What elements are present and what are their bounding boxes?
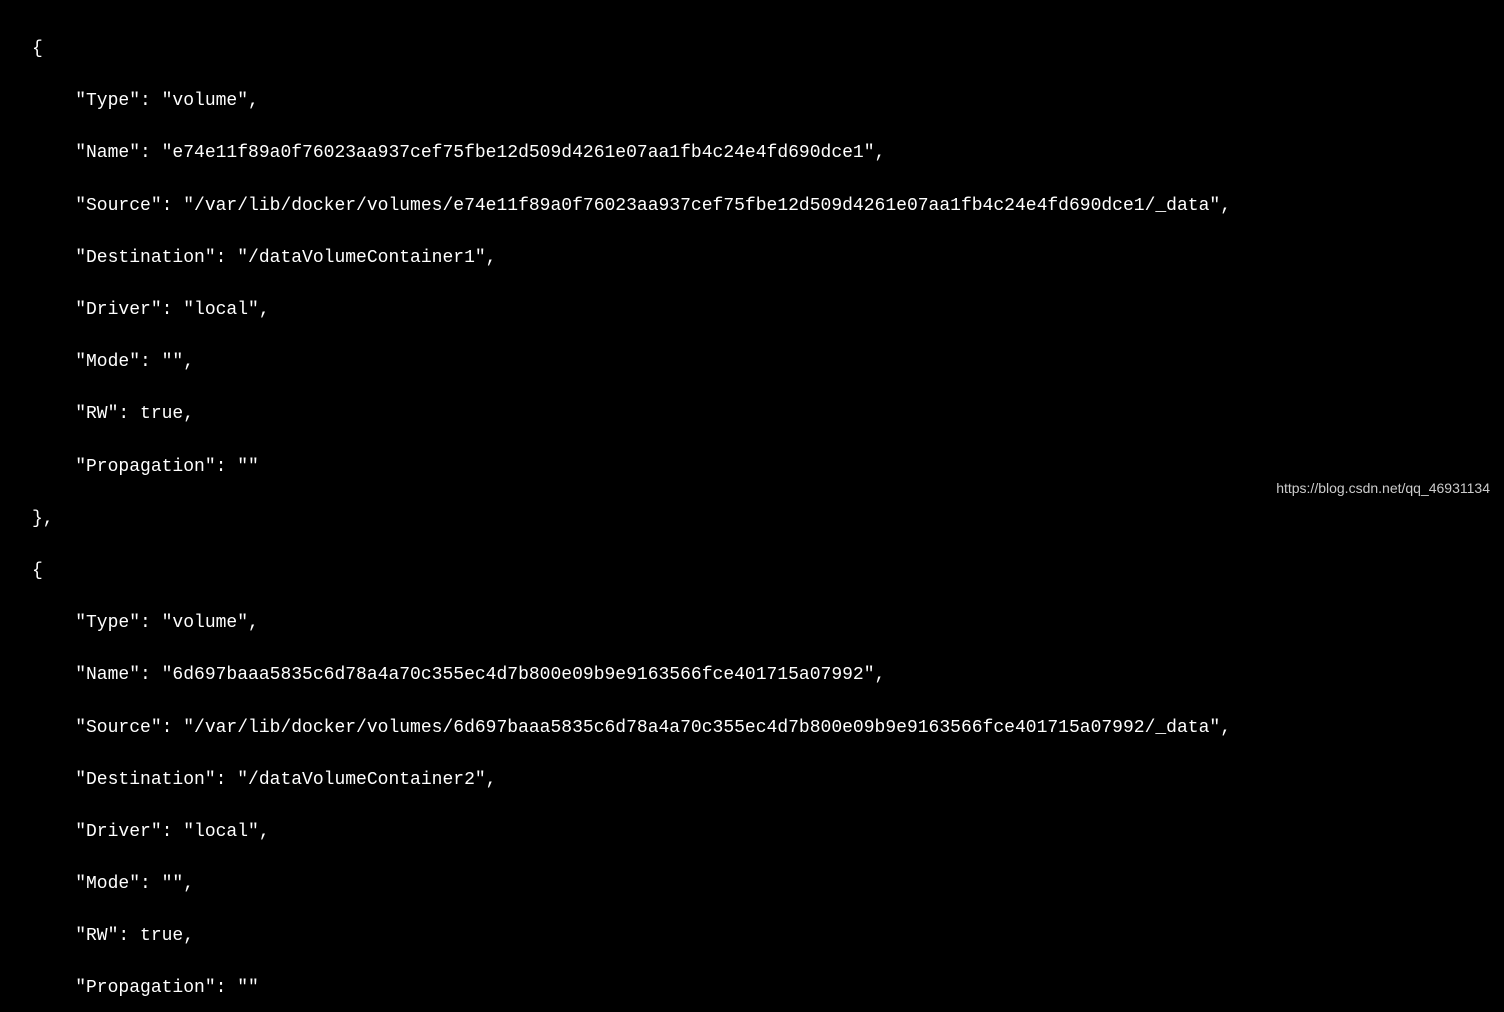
json-name-line: "Name": "e74e11f89a0f76023aa937cef75fbe1… <box>32 140 1504 166</box>
watermark-text: https://blog.csdn.net/qq_46931134 <box>1276 478 1490 498</box>
json-source-line: "Source": "/var/lib/docker/volumes/6d697… <box>32 715 1504 741</box>
json-open-brace: { <box>32 36 1504 62</box>
json-destination-line: "Destination": "/dataVolumeContainer1", <box>32 245 1504 271</box>
json-driver-line: "Driver": "local", <box>32 819 1504 845</box>
terminal-output: { "Type": "volume", "Name": "e74e11f89a0… <box>0 10 1504 1012</box>
json-close-brace: }, <box>32 506 1504 532</box>
json-open-brace: { <box>32 558 1504 584</box>
json-driver-line: "Driver": "local", <box>32 297 1504 323</box>
json-type-line: "Type": "volume", <box>32 88 1504 114</box>
json-propagation-line: "Propagation": "" <box>32 454 1504 480</box>
json-mode-line: "Mode": "", <box>32 349 1504 375</box>
json-propagation-line: "Propagation": "" <box>32 975 1504 1001</box>
json-name-line: "Name": "6d697baaa5835c6d78a4a70c355ec4d… <box>32 662 1504 688</box>
json-destination-line: "Destination": "/dataVolumeContainer2", <box>32 767 1504 793</box>
json-rw-line: "RW": true, <box>32 923 1504 949</box>
json-source-line: "Source": "/var/lib/docker/volumes/e74e1… <box>32 193 1504 219</box>
json-type-line: "Type": "volume", <box>32 610 1504 636</box>
json-mode-line: "Mode": "", <box>32 871 1504 897</box>
json-rw-line: "RW": true, <box>32 401 1504 427</box>
